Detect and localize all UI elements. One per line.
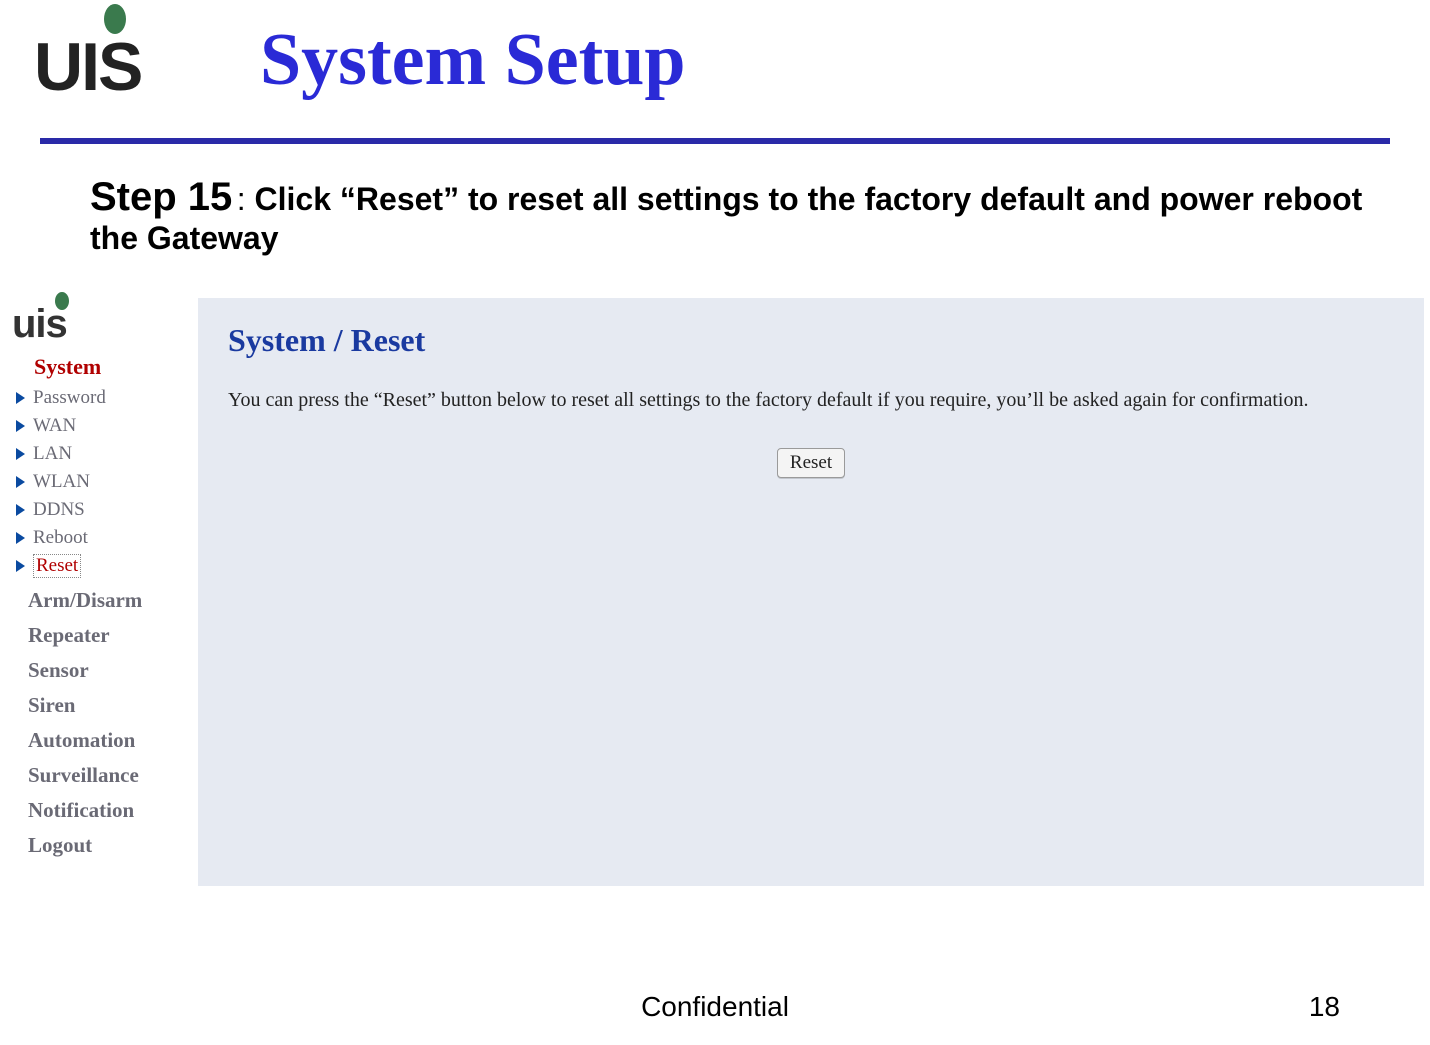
reset-button-wrap: Reset	[198, 448, 1424, 478]
sidebar-section-surveillance[interactable]: Surveillance	[28, 763, 194, 788]
sidebar-heading-system[interactable]: System	[34, 354, 194, 380]
footer-confidential: Confidential	[0, 991, 1430, 1023]
page-title: System Setup	[260, 18, 686, 103]
sidebar-section-notification[interactable]: Notification	[28, 798, 194, 823]
footer-page-number: 18	[1309, 991, 1340, 1023]
sidebar-item-reset[interactable]: Reset	[16, 554, 194, 578]
sidebar-item-ddns[interactable]: DDNS	[16, 498, 194, 522]
step-label: Step 15	[90, 175, 232, 219]
sidebar-item-wan[interactable]: WAN	[16, 414, 194, 438]
triangle-icon	[16, 560, 25, 572]
triangle-icon	[16, 532, 25, 544]
sidebar-item-label: DDNS	[33, 499, 85, 521]
sidebar: uis System Password WAN LAN WLAN DDNS Re…	[6, 292, 194, 902]
triangle-icon	[16, 448, 25, 460]
sidebar-item-label: Reset	[33, 554, 81, 578]
triangle-icon	[16, 420, 25, 432]
sidebar-section-armdisarm[interactable]: Arm/Disarm	[28, 588, 194, 613]
sidebar-section-siren[interactable]: Siren	[28, 693, 194, 718]
sidebar-item-label: WAN	[33, 415, 76, 437]
logo-text: UIS	[34, 28, 141, 106]
logo-text-small: uis	[12, 302, 67, 347]
sidebar-section-repeater[interactable]: Repeater	[28, 623, 194, 648]
triangle-icon	[16, 476, 25, 488]
sidebar-section-sensor[interactable]: Sensor	[28, 658, 194, 683]
sidebar-item-password[interactable]: Password	[16, 386, 194, 410]
reset-button[interactable]: Reset	[777, 448, 845, 478]
step-instruction: Step 15 : Click “Reset” to reset all set…	[90, 175, 1380, 257]
sidebar-section-logout[interactable]: Logout	[28, 833, 194, 858]
triangle-icon	[16, 504, 25, 516]
panel-description: You can press the “Reset” button below t…	[228, 389, 1424, 412]
sidebar-item-lan[interactable]: LAN	[16, 442, 194, 466]
main-panel: System / Reset You can press the “Reset”…	[198, 298, 1424, 886]
step-separator: :	[237, 181, 255, 217]
panel-title: System / Reset	[228, 322, 1424, 359]
sidebar-item-reboot[interactable]: Reboot	[16, 526, 194, 550]
uis-logo-small: uis	[6, 292, 194, 350]
uis-logo-large: UIS	[20, 0, 190, 110]
sidebar-item-wlan[interactable]: WLAN	[16, 470, 194, 494]
title-underline	[40, 138, 1390, 144]
sidebar-section-automation[interactable]: Automation	[28, 728, 194, 753]
sidebar-item-label: LAN	[33, 443, 72, 465]
triangle-icon	[16, 392, 25, 404]
step-body: Click “Reset” to reset all settings to t…	[90, 181, 1362, 256]
sidebar-item-label: WLAN	[33, 471, 90, 493]
sidebar-item-label: Password	[33, 387, 106, 409]
sidebar-item-label: Reboot	[33, 527, 88, 549]
gateway-screenshot: uis System Password WAN LAN WLAN DDNS Re…	[6, 292, 1424, 902]
